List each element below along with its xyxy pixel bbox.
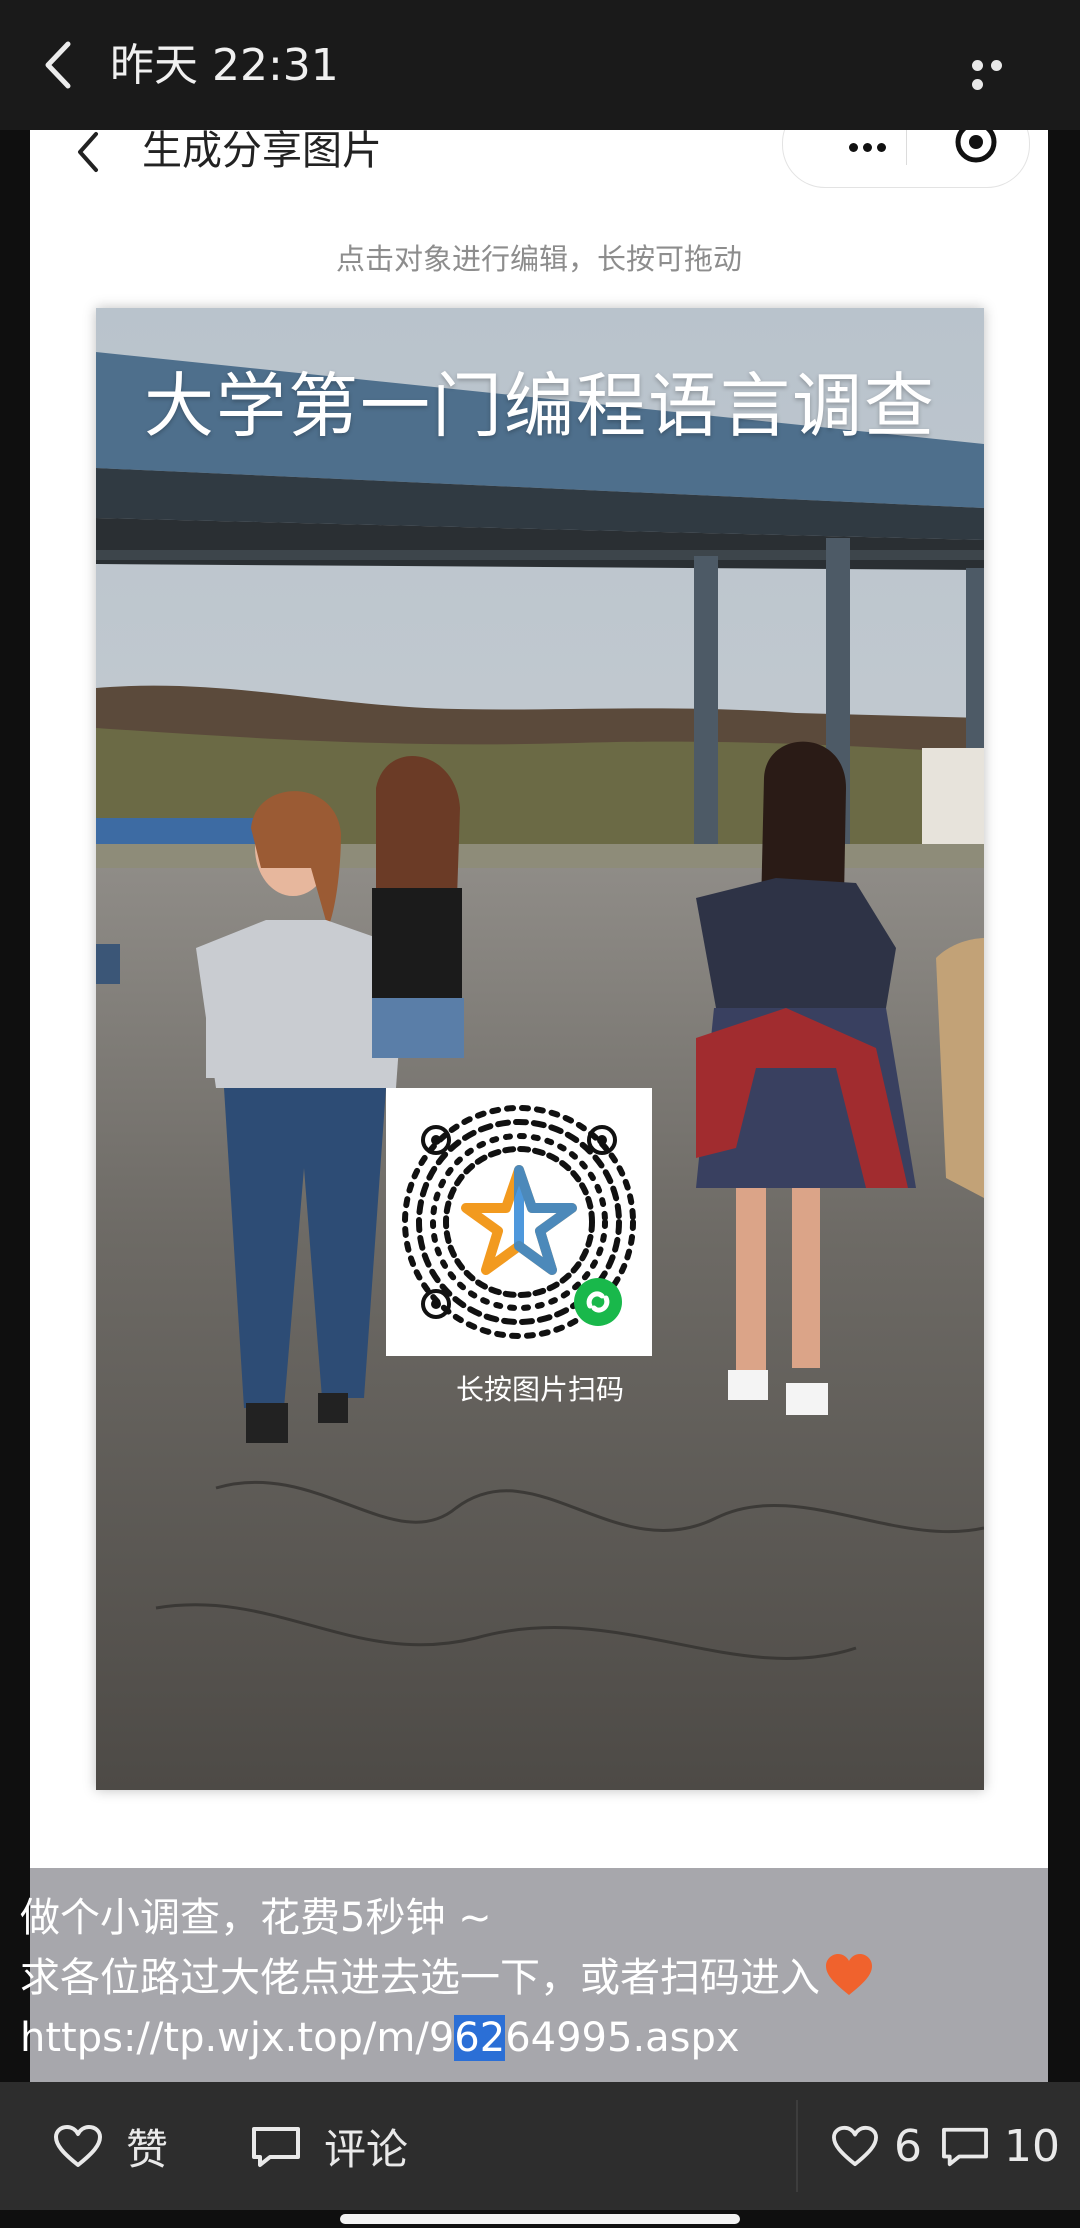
post-caption[interactable]: 做个小调查，花费5秒钟 ~ 求各位路过大佬点进去选一下，或者扫码进入 https… <box>20 1888 1060 2068</box>
back-icon[interactable] <box>38 40 84 90</box>
edit-hint: 点击对象进行编辑，长按可拖动 <box>335 242 742 276</box>
top-bar: 昨天 22:31 <box>0 0 1080 130</box>
caption-line-2: 求各位路过大佬点进去选一下，或者扫码进入 <box>20 1948 1060 2008</box>
caption-link-end: 64995.aspx <box>505 2015 740 2061</box>
capsule-more-icon <box>849 137 891 156</box>
caption-link-start: https://tp.wjx.top/m/9 <box>20 2015 455 2061</box>
poster-photo <box>96 308 984 1790</box>
comment-icon <box>942 2127 988 2167</box>
home-indicator[interactable] <box>340 2214 740 2224</box>
comment-count-button[interactable]: 10 <box>940 2082 1060 2210</box>
poster-title: 大学第一门编程语言调查 <box>144 365 936 447</box>
capsule-divider <box>906 130 907 165</box>
qr-code-icon <box>402 1105 636 1339</box>
comment-label: 评论 <box>324 2124 409 2174</box>
heart-emoji-icon <box>826 1954 872 1995</box>
qr-caption: 长按图片扫码 <box>455 1373 624 1406</box>
capsule-close-icon <box>955 130 997 163</box>
heart-outline-icon <box>832 2125 878 2167</box>
page-title: 生成分享图片 <box>142 130 382 174</box>
caption-line-1: 做个小调查，花费5秒钟 ~ <box>20 1895 492 1941</box>
like-label: 赞 <box>126 2124 169 2174</box>
more-options-icon[interactable] <box>972 56 1028 90</box>
comment-button[interactable]: 评论 <box>250 2082 408 2210</box>
like-button[interactable]: 赞 <box>52 2082 168 2210</box>
poster: 大学第一门编程语言调查 长按图片扫码 <box>96 308 984 1790</box>
text-selection: 62 <box>454 2015 506 2061</box>
miniprogram-code[interactable] <box>386 1088 652 1356</box>
miniprogram-header: 生成分享图片 <box>30 130 1048 200</box>
back-icon <box>78 132 98 172</box>
comment-icon <box>252 2127 300 2167</box>
heart-outline-icon <box>54 2125 102 2167</box>
comment-count: 10 <box>1004 2120 1060 2172</box>
caption-link[interactable]: https://tp.wjx.top/m/96264995.aspx <box>20 2008 1060 2068</box>
like-count-button[interactable]: 6 <box>830 2082 922 2210</box>
shared-image[interactable]: 生成分享图片 点击对象进行编辑，长按可拖动 大学第一门编程语言调查 长按图片扫码 <box>30 130 1048 1870</box>
miniprogram-capsule <box>782 130 1030 188</box>
post-time: 昨天 22:31 <box>110 40 339 91</box>
action-divider <box>796 2100 798 2192</box>
caption-line-2-text: 求各位路过大佬点进去选一下，或者扫码进入 <box>20 1955 820 2001</box>
like-count: 6 <box>894 2120 922 2172</box>
action-bar: 赞 评论 6 10 <box>0 2082 1080 2210</box>
